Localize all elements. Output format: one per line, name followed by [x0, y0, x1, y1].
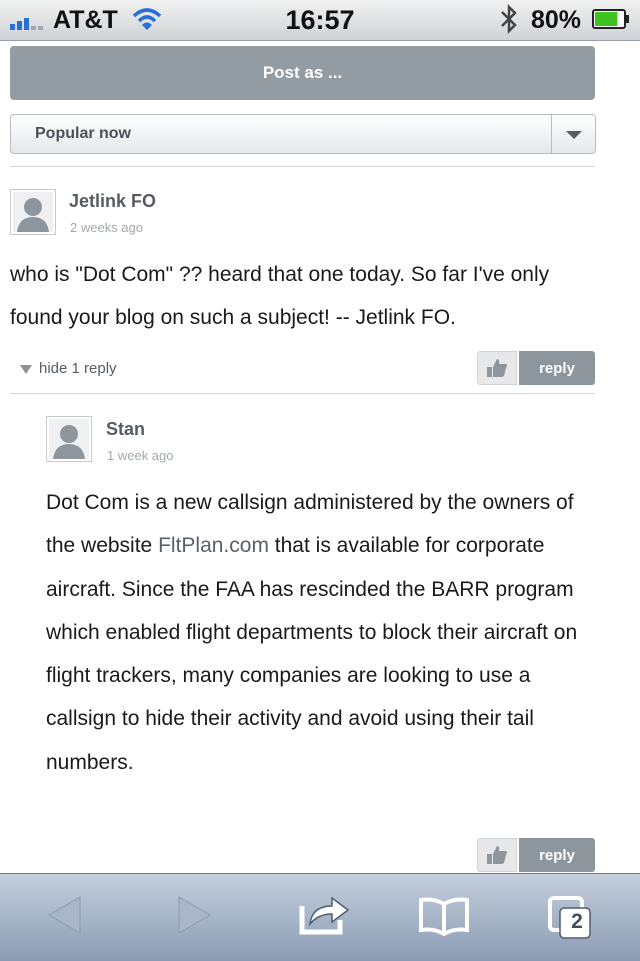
hide-replies-label: hide 1 reply [39, 360, 117, 377]
user-silhouette-icon [13, 192, 53, 232]
share-icon[interactable] [298, 892, 352, 936]
thumbs-up-icon [487, 846, 507, 864]
reply-text-part: that is available for corporate aircraft… [46, 534, 578, 774]
user-silhouette-icon [49, 419, 89, 459]
comment-author[interactable]: Jetlink FO [69, 191, 156, 212]
battery-icon [592, 9, 629, 29]
back-arrow-icon[interactable] [46, 894, 84, 936]
divider [10, 166, 595, 167]
battery-percent: 80% [531, 6, 582, 34]
chevron-down-icon[interactable] [566, 131, 582, 139]
thumbs-up-icon [487, 359, 507, 377]
like-button[interactable] [477, 838, 517, 872]
comment-body: who is "Dot Com" ?? heard that one today… [10, 263, 550, 330]
bookmarks-icon[interactable] [418, 896, 470, 936]
comment-timestamp[interactable]: 2 weeks ago [70, 220, 143, 235]
sort-dropdown[interactable]: Popular now [10, 114, 596, 154]
dropdown-divider [551, 115, 552, 153]
tabs-count: 2 [571, 910, 583, 933]
reply-button[interactable]: reply [519, 838, 595, 872]
hide-replies-toggle[interactable]: hide 1 reply [20, 360, 117, 377]
reply-author[interactable]: Stan [106, 419, 145, 440]
bluetooth-icon [501, 4, 517, 34]
sort-selected-value: Popular now [35, 125, 131, 142]
forward-arrow-icon[interactable] [175, 894, 213, 936]
reply-button[interactable]: reply [519, 351, 595, 385]
triangle-down-icon [20, 364, 32, 374]
comments-section: Post as ... Popular now Jetlink FO 2 wee… [0, 41, 640, 873]
avatar[interactable] [10, 189, 56, 235]
divider [10, 393, 595, 394]
like-button[interactable] [477, 351, 517, 385]
status-bar: AT&T 16:57 80% [0, 0, 640, 41]
website-link[interactable]: FltPlan.com [158, 534, 269, 557]
browser-toolbar: 2 [0, 873, 640, 961]
post-as-button[interactable]: Post as ... [10, 46, 595, 100]
avatar[interactable] [46, 416, 92, 462]
reply-timestamp[interactable]: 1 week ago [107, 448, 174, 463]
reply-body: Dot Com is a new callsign administered b… [46, 481, 606, 784]
